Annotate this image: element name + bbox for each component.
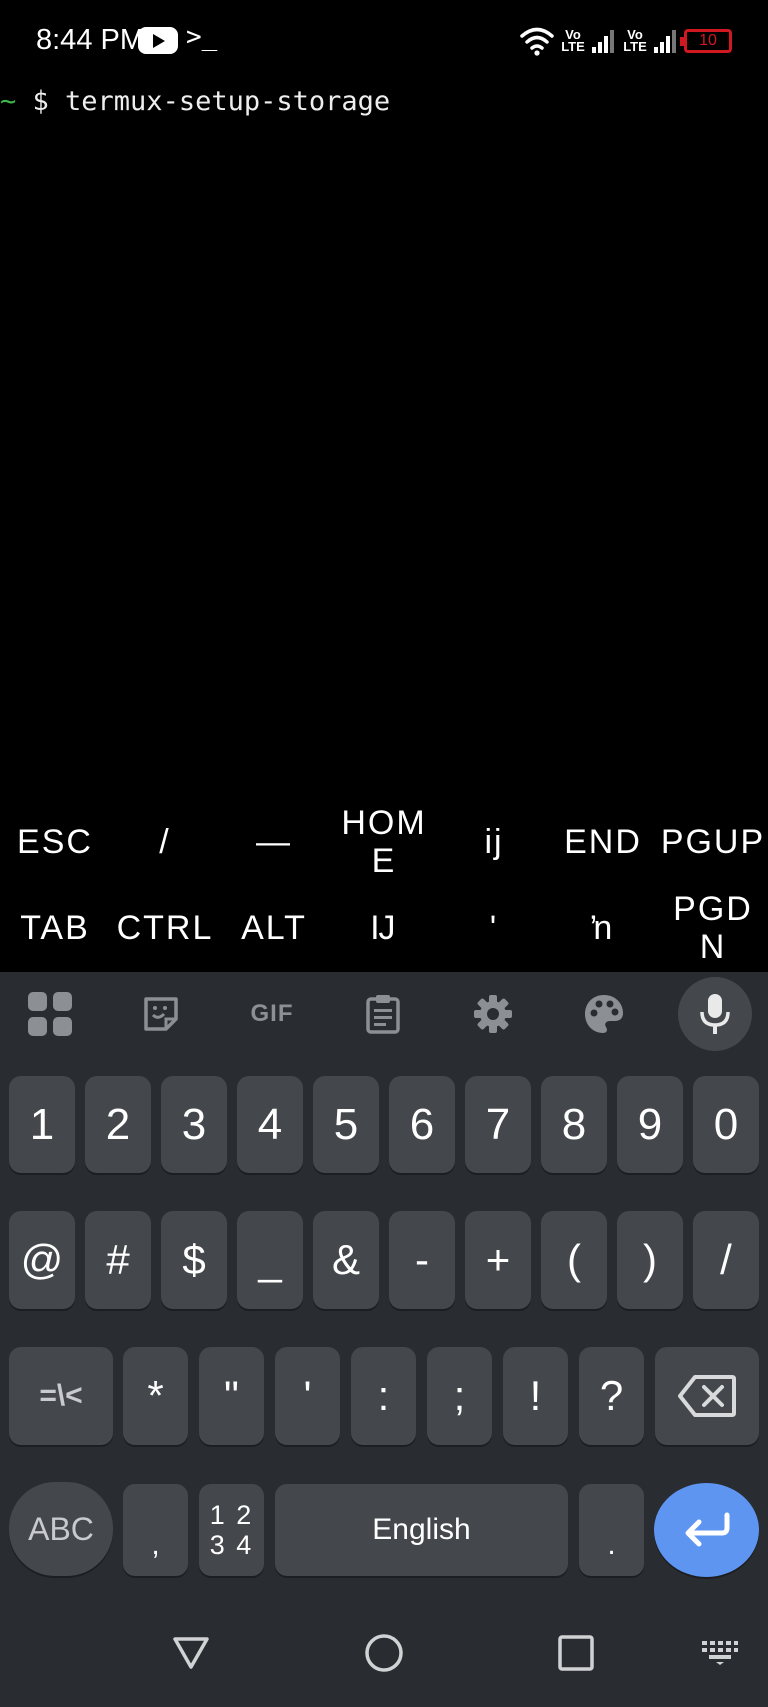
microphone-icon[interactable]	[678, 977, 752, 1051]
enter-arrow-icon	[685, 1512, 729, 1547]
more-symbols-key[interactable]: =\<	[9, 1347, 113, 1445]
extra-key-home[interactable]: HOM E	[329, 800, 439, 884]
extra-key-alt[interactable]: ALT	[219, 886, 329, 970]
extra-key-esc[interactable]: ESC	[0, 800, 110, 884]
volte-icon-1: Vo LTE	[561, 27, 585, 54]
key-close-paren[interactable]: )	[617, 1211, 683, 1309]
extra-key-pgup[interactable]: PGUP	[658, 800, 768, 884]
key-slash[interactable]: /	[693, 1211, 759, 1309]
key-3[interactable]: 3	[161, 1076, 227, 1173]
prompt-command: $ termux-setup-storage	[16, 86, 391, 117]
key-8[interactable]: 8	[541, 1076, 607, 1173]
key-asterisk[interactable]: *	[123, 1347, 188, 1445]
extra-key-n-apostrophe[interactable]: ŉ	[548, 886, 658, 970]
key-5[interactable]: 5	[313, 1076, 379, 1173]
terminal-command-line: ~ $ termux-setup-storage	[0, 86, 390, 117]
status-time: 8:44 PM	[36, 24, 144, 56]
youtube-notification-icon	[138, 27, 178, 54]
extra-key-slash[interactable]: /	[110, 800, 220, 884]
status-icons: Vo LTE Vo LTE 10	[520, 24, 732, 58]
key-ampersand[interactable]: &	[313, 1211, 379, 1309]
key-2[interactable]: 2	[85, 1076, 151, 1173]
palette-icon[interactable]	[574, 984, 634, 1044]
gif-icon[interactable]: GIF	[242, 984, 302, 1044]
key-hash[interactable]: #	[85, 1211, 151, 1309]
key-comma[interactable]: ,	[123, 1484, 188, 1576]
system-navigation-bar	[0, 1595, 768, 1707]
battery-icon: 10	[680, 29, 732, 53]
gear-icon[interactable]	[463, 984, 523, 1044]
signal-strength-icon	[592, 30, 614, 53]
keyboard-switch-icon[interactable]	[701, 1640, 739, 1666]
apps-grid-icon[interactable]	[20, 984, 80, 1044]
key-colon[interactable]: :	[351, 1347, 416, 1445]
key-open-paren[interactable]: (	[541, 1211, 607, 1309]
extra-key-dash[interactable]: —	[219, 800, 329, 884]
recents-icon[interactable]	[558, 1635, 594, 1671]
key-double-quote[interactable]: "	[199, 1347, 264, 1445]
termux-extra-keys: ESC / — HOM E ij END PGUP TAB CTRL ALT Ĳ…	[0, 800, 768, 972]
key-4[interactable]: 4	[237, 1076, 303, 1173]
key-plus[interactable]: +	[465, 1211, 531, 1309]
clipboard-icon[interactable]	[353, 984, 413, 1044]
termux-notification-icon: >_	[186, 22, 218, 52]
extra-key-end[interactable]: END	[548, 800, 658, 884]
signal-strength-icon-2	[654, 30, 676, 53]
back-icon[interactable]	[172, 1636, 210, 1670]
space-bar[interactable]: English	[275, 1484, 568, 1576]
key-underscore[interactable]: _	[237, 1211, 303, 1309]
enter-key[interactable]	[654, 1483, 759, 1577]
key-minus[interactable]: -	[389, 1211, 455, 1309]
key-period[interactable]: .	[579, 1484, 644, 1576]
extra-key-tab[interactable]: TAB	[0, 886, 110, 970]
extra-key-ij[interactable]: ij	[439, 800, 549, 884]
key-exclamation[interactable]: !	[503, 1347, 568, 1445]
key-9[interactable]: 9	[617, 1076, 683, 1173]
extra-key-pgdn[interactable]: PGD N	[658, 886, 768, 970]
status-bar: 8:44 PM >_ Vo LTE Vo LTE 10	[0, 0, 768, 84]
extra-key-prime[interactable]: ʹ	[439, 886, 549, 970]
key-question[interactable]: ?	[579, 1347, 644, 1445]
terminal-output[interactable]: ~ $ termux-setup-storage	[0, 84, 768, 804]
wifi-icon	[520, 27, 554, 56]
numpad-key[interactable]: 1 2 3 4	[199, 1484, 264, 1576]
extra-key-ij-capital[interactable]: Ĳ	[329, 886, 439, 970]
key-at[interactable]: @	[9, 1211, 75, 1309]
key-semicolon[interactable]: ;	[427, 1347, 492, 1445]
abc-key[interactable]: ABC	[9, 1482, 113, 1576]
key-dollar[interactable]: $	[161, 1211, 227, 1309]
backspace-key[interactable]	[655, 1347, 759, 1445]
key-6[interactable]: 6	[389, 1076, 455, 1173]
backspace-icon	[678, 1375, 736, 1417]
prompt-tilde: ~	[0, 86, 17, 117]
key-single-quote[interactable]: '	[275, 1347, 340, 1445]
sticker-icon[interactable]	[131, 984, 191, 1044]
key-7[interactable]: 7	[465, 1076, 531, 1173]
volte-icon-2: Vo LTE	[623, 27, 647, 54]
home-icon[interactable]	[364, 1633, 404, 1673]
extra-key-ctrl[interactable]: CTRL	[110, 886, 220, 970]
key-0[interactable]: 0	[693, 1076, 759, 1173]
keyboard-toolbar: GIF	[0, 972, 768, 1056]
key-1[interactable]: 1	[9, 1076, 75, 1173]
